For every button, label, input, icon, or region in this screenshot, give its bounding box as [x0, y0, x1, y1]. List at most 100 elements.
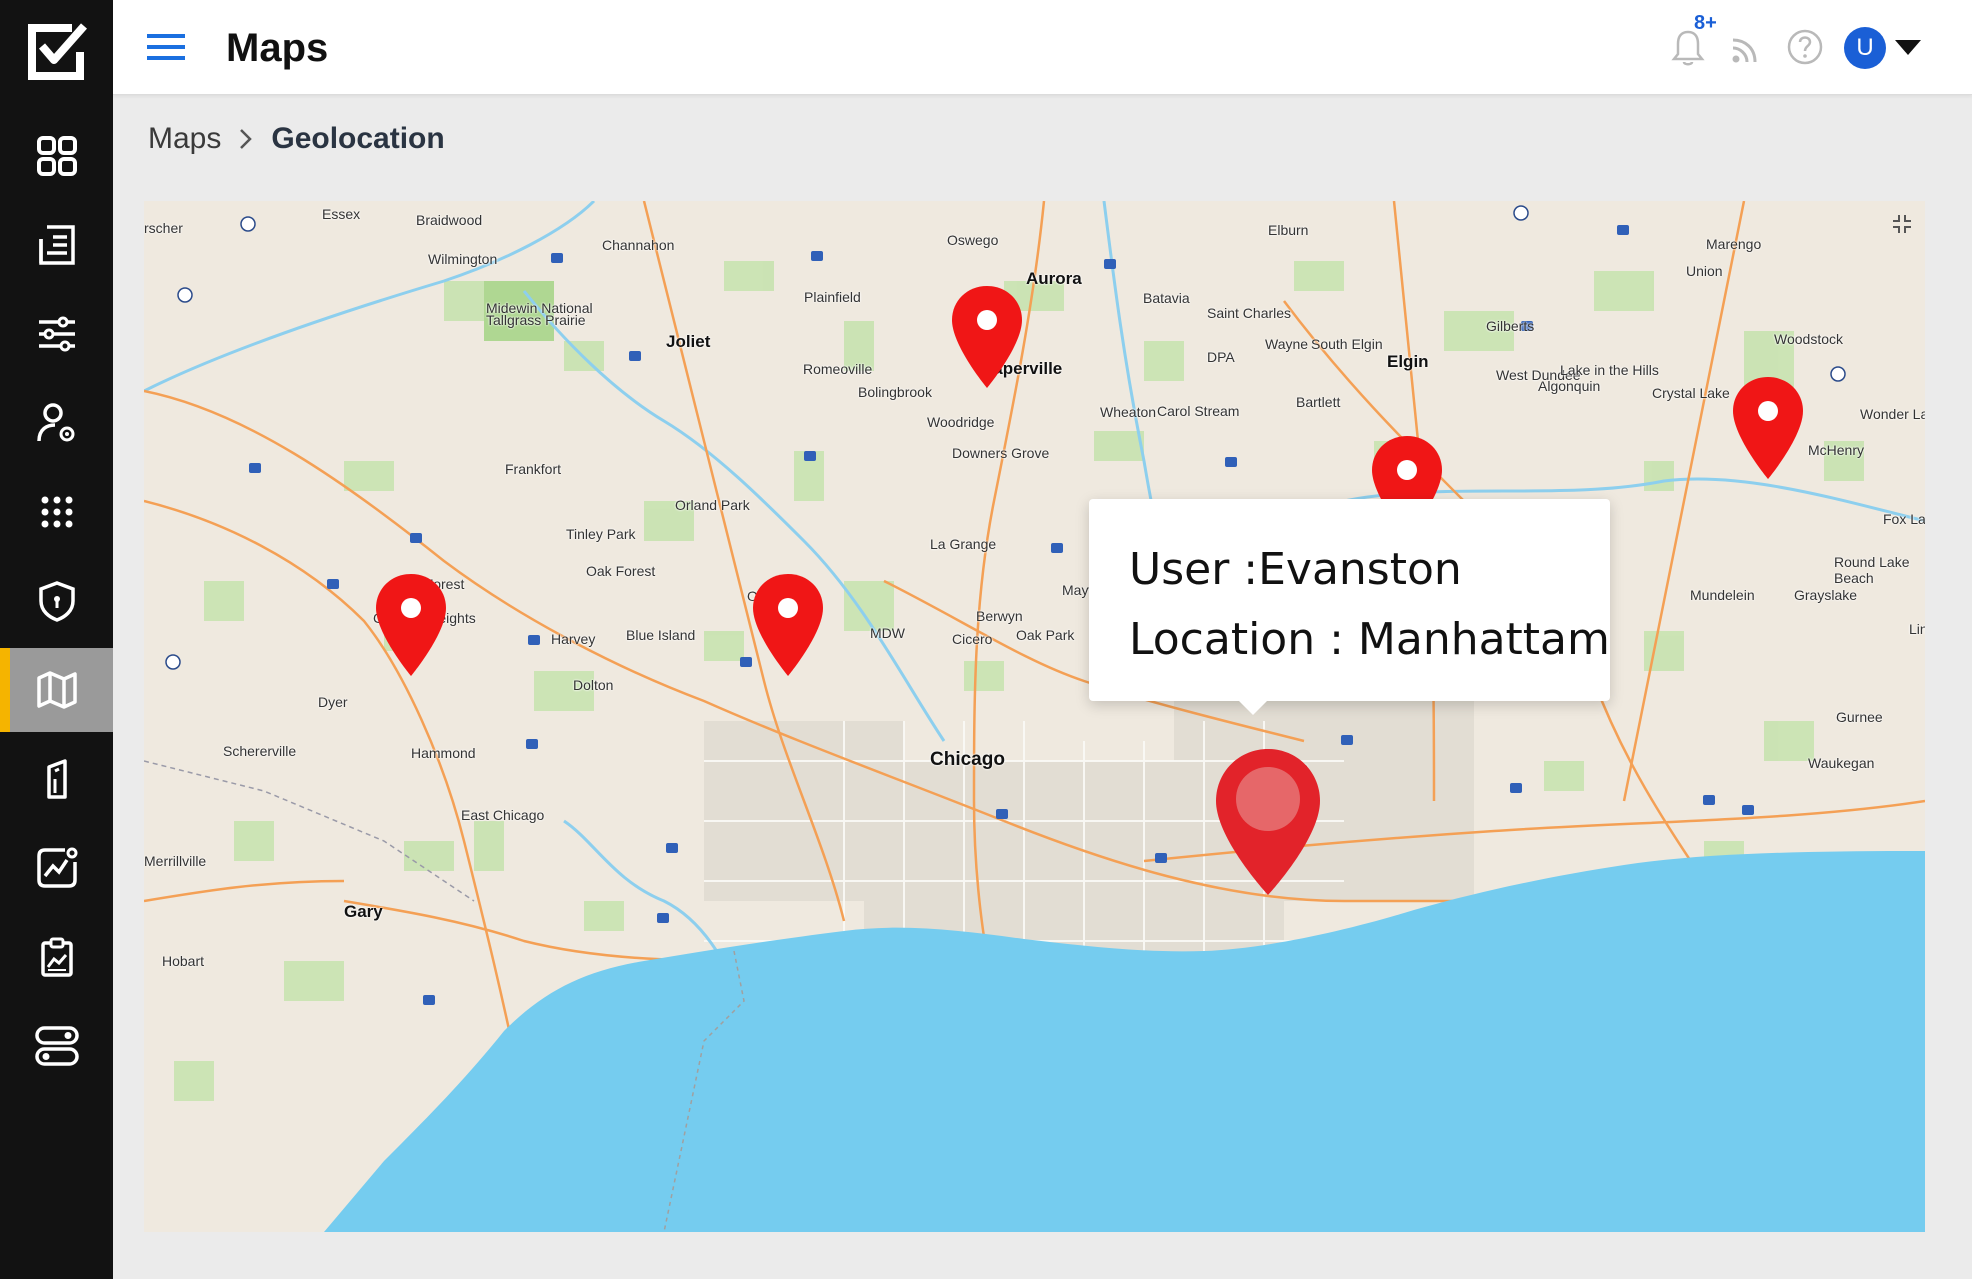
city-label: Gary: [344, 902, 383, 921]
city-label: Round Lake: [1834, 554, 1910, 570]
pin-evanston[interactable]: [1214, 747, 1322, 897]
user-avatar[interactable]: U: [1844, 27, 1886, 69]
pin-crystal-lake[interactable]: [1731, 375, 1805, 481]
city-label: Berwyn: [976, 608, 1023, 624]
city-label: Frankfort: [505, 461, 562, 477]
city-label: Woodridge: [927, 414, 995, 430]
city-label: Orland Park: [675, 497, 750, 513]
city-label: Hammond: [411, 745, 476, 761]
city-label: Chicago: [930, 749, 1005, 770]
city-label: South Elgin: [1311, 336, 1383, 352]
city-label: Dyer: [318, 694, 348, 710]
city-label: Braidwood: [416, 212, 483, 228]
city-label: La Grange: [930, 536, 997, 552]
sidebar-item-apps[interactable]: [0, 470, 113, 554]
city-label: Algonquin: [1538, 378, 1601, 394]
city-label: Elgin: [1387, 352, 1429, 371]
city-label: Waukegan: [1808, 755, 1875, 771]
city-label: Fox La: [1883, 511, 1925, 527]
grid-icon: [36, 136, 77, 176]
city-label: Gurnee: [1836, 709, 1883, 725]
city-label: Mundelein: [1690, 587, 1755, 603]
sidebar-item-devices[interactable]: [0, 737, 113, 821]
pin-oak-lawn[interactable]: [751, 572, 825, 678]
help-icon[interactable]: [1784, 26, 1826, 68]
device-icon: [46, 759, 67, 799]
page-title: Maps: [226, 26, 329, 70]
city-label: Cicero: [952, 631, 993, 647]
sidebar-item-dashboard[interactable]: [0, 114, 113, 198]
rss-feed-icon[interactable]: [1725, 26, 1767, 68]
tooltip-user: User :Evanston: [1129, 544, 1462, 595]
city-label: Woodstock: [1774, 331, 1843, 347]
sidebar-item-settings[interactable]: [0, 292, 113, 376]
city-label: Essex: [322, 206, 361, 222]
city-label: Channahon: [602, 237, 675, 253]
city-label: Wheaton: [1100, 404, 1157, 420]
map-base-layer: [144, 201, 1925, 1232]
toggle-icon: [34, 1026, 79, 1066]
city-label: Elburn: [1268, 222, 1309, 238]
city-label: rscher: [144, 220, 183, 236]
clipboard-chart-icon: [40, 937, 73, 977]
pin-naperville[interactable]: [950, 284, 1024, 390]
city-label: Bolingbrook: [858, 384, 932, 400]
city-label: Batavia: [1143, 290, 1190, 306]
breadcrumb: Maps Geolocation: [148, 122, 445, 156]
city-label: Joliet: [666, 332, 711, 351]
city-label: Marengo: [1706, 236, 1762, 252]
chart-icon: [36, 847, 77, 888]
sidebar-item-security[interactable]: [0, 559, 113, 643]
city-label: Lake in the Hills: [1560, 362, 1659, 378]
city-label: Romeoville: [803, 361, 873, 377]
city-label: MDW: [870, 625, 905, 641]
city-label: Oak Park: [1016, 627, 1075, 643]
sidebar-item-maps[interactable]: [0, 648, 113, 732]
city-label: Wilmington: [428, 251, 498, 267]
city-label: McHenry: [1808, 442, 1865, 458]
city-label: East Chicago: [461, 807, 545, 823]
city-label: Aurora: [1026, 269, 1082, 288]
sidebar-item-user-settings[interactable]: [0, 381, 113, 465]
city-label: Schererville: [223, 743, 297, 759]
city-label: Union: [1686, 263, 1723, 279]
city-label: Wonder La: [1860, 406, 1925, 422]
city-label: Plainfield: [804, 289, 861, 305]
notification-count-badge: 8+: [1694, 12, 1717, 34]
top-header: Maps 8+ U: [113, 0, 1972, 95]
city-label: Tallgrass Prairie: [486, 312, 586, 328]
hamburger-menu-icon[interactable]: [147, 32, 185, 62]
city-label: Bartlett: [1296, 394, 1341, 410]
city-label: Wayne: [1265, 336, 1309, 352]
document-icon: [38, 225, 75, 265]
map-view[interactable]: Essex rscher Braidwood Wilmington Channahon M…: [144, 201, 1925, 1232]
chevron-down-icon[interactable]: [1895, 40, 1921, 55]
chevron-right-icon: [240, 129, 253, 149]
breadcrumb-current: Geolocation: [271, 122, 445, 155]
city-label: Oak Forest: [586, 563, 656, 579]
tooltip-location: Location : Manhattam: [1129, 614, 1610, 665]
checkbox-logo-icon[interactable]: [22, 18, 90, 86]
sidebar-item-tasks[interactable]: [0, 915, 113, 999]
city-label: DPA: [1207, 349, 1235, 365]
city-label: Downers Grove: [952, 445, 1050, 461]
city-label: Dolton: [573, 677, 614, 693]
city-label: Tinley Park: [566, 526, 636, 542]
user-gear-icon: [36, 403, 74, 442]
city-label: Blue Island: [626, 627, 696, 643]
city-label: Hobart: [162, 953, 205, 969]
map-tooltip: User :Evanston Location : Manhattam: [1089, 499, 1610, 715]
exit-fullscreen-icon[interactable]: [1891, 213, 1913, 235]
pin-park-forest[interactable]: [374, 572, 448, 678]
breadcrumb-parent[interactable]: Maps: [148, 122, 221, 156]
city-label: Beach: [1834, 570, 1874, 586]
dots-grid-icon: [41, 496, 72, 528]
sidebar-item-servers[interactable]: [0, 1004, 113, 1088]
sliders-icon: [38, 316, 75, 352]
city-label: Gilberts: [1486, 318, 1535, 334]
sidebar-item-reports[interactable]: [0, 203, 113, 287]
shield-icon: [38, 581, 75, 622]
sidebar: [0, 0, 113, 1279]
city-label: Linde: [1909, 621, 1925, 637]
sidebar-item-analytics[interactable]: [0, 826, 113, 910]
